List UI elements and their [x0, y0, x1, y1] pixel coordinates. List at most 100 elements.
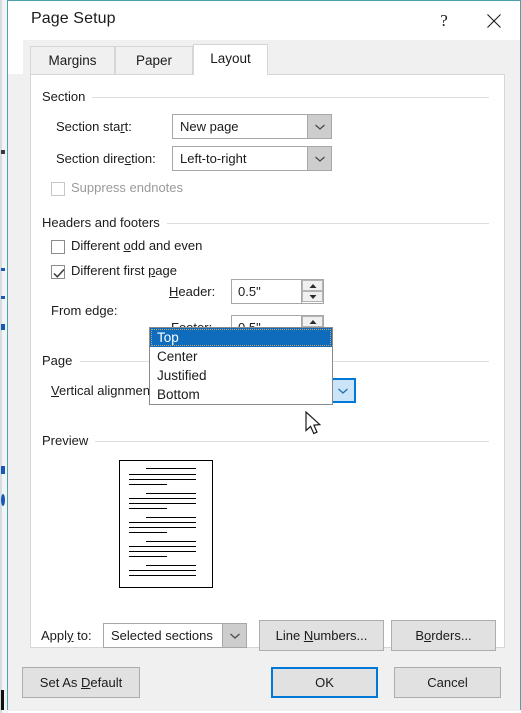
background-artifact [1, 494, 5, 506]
header-label: Header: [169, 284, 215, 299]
background-artifact [1, 324, 5, 330]
section-group-separator [89, 97, 489, 98]
different-odd-even-checkbox[interactable] [51, 240, 65, 254]
apply-to-label-text: Appl [41, 628, 68, 643]
tab-margins[interactable]: Margins [30, 46, 115, 74]
set-as-default-button[interactable]: Set As Default [22, 667, 140, 698]
vertical-alignment-accel: V [51, 383, 59, 398]
set-as-default-label-suffix: efault [90, 675, 123, 690]
header-accel: H [169, 284, 179, 299]
dialog-title: Page Setup [31, 10, 116, 27]
apply-to-label: Apply to: [41, 628, 92, 643]
vertical-alignment-dropdown-button[interactable] [331, 379, 355, 402]
dropdown-option-justified[interactable]: Justified [150, 366, 332, 385]
vertical-alignment-dropdown-list[interactable]: Top Center Justified Bottom [149, 327, 333, 405]
page-preview [119, 460, 213, 588]
dropdown-option-center[interactable]: Center [150, 347, 332, 366]
close-button[interactable] [467, 1, 520, 40]
from-edge-label: From edge: [51, 303, 118, 318]
title-bar: Page Setup ? [8, 1, 520, 40]
vertical-alignment-label: Vertical alignment: [51, 383, 157, 398]
chevron-down-icon [338, 388, 348, 394]
tab-paper-label: Paper [135, 53, 173, 68]
borders-button[interactable]: Borders... [391, 620, 496, 651]
different-odd-even-label: Different odd and even [71, 238, 202, 253]
section-group-label: Section [42, 89, 93, 104]
checkmark-icon [53, 268, 65, 278]
page-group-label: Page [42, 353, 80, 368]
header-distance-field[interactable]: 0.5" [231, 279, 324, 304]
borders-label-suffix: rders... [431, 628, 472, 643]
apply-to-label-suffix: to: [73, 628, 92, 643]
ok-button[interactable]: OK [271, 667, 378, 698]
header-spinner-down[interactable] [302, 291, 323, 302]
triangle-up-icon [309, 319, 316, 324]
section-direction-label-suffix: tion: [131, 151, 156, 166]
background-artifact [1, 150, 5, 154]
dropdown-option-top[interactable]: Top [150, 328, 332, 347]
different-first-page-label-text: Different first [71, 263, 149, 278]
chevron-down-icon [229, 633, 240, 639]
background-artifact [1, 690, 4, 710]
chevron-down-icon [314, 156, 325, 162]
close-icon [486, 13, 501, 28]
set-as-default-accel: D [81, 675, 91, 690]
section-start-label-suffix: t: [124, 119, 132, 134]
section-start-value: New page [180, 119, 239, 134]
set-as-default-label-text: Set As [39, 675, 81, 690]
different-odd-even-label-suffix: dd and even [130, 238, 203, 253]
tab-margins-label: Margins [48, 53, 97, 68]
ok-button-label: OK [315, 675, 334, 690]
different-first-page-label-suffix: age [155, 263, 177, 278]
suppress-endnotes-label: Suppress endnotes [71, 180, 184, 195]
section-direction-label: Section direction: [56, 151, 156, 166]
headers-footers-group-separator [161, 223, 489, 224]
header-distance-value: 0.5" [238, 284, 261, 299]
different-first-page-checkbox[interactable] [51, 265, 65, 279]
preview-group-separator [93, 441, 489, 442]
different-first-page-label: Different first page [71, 263, 177, 278]
line-numbers-accel: N [303, 628, 314, 643]
footer-spinner-up[interactable] [302, 316, 323, 327]
header-spinner-up[interactable] [302, 280, 323, 291]
apply-to-value: Selected sections [111, 628, 213, 643]
section-direction-combo[interactable]: Left-to-right [172, 146, 332, 171]
dialog-action-bar: Set As Default OK Cancel [8, 649, 520, 711]
cancel-button-label: Cancel [427, 675, 468, 690]
line-numbers-button[interactable]: Line Numbers... [259, 620, 384, 651]
apply-to-dropdown-button[interactable] [222, 624, 246, 647]
borders-label-text: B [415, 628, 424, 643]
apply-to-combo[interactable]: Selected sections [103, 623, 247, 648]
section-start-dropdown-button[interactable] [307, 115, 331, 138]
different-odd-even-label-text: Different [71, 238, 124, 253]
section-start-label: Section start: [56, 119, 132, 134]
line-numbers-label-suffix: umbers... [313, 628, 368, 643]
line-numbers-label-text: Line [275, 628, 304, 643]
different-odd-even-accel: o [123, 238, 131, 253]
background-artifact [1, 466, 5, 474]
cancel-button[interactable]: Cancel [394, 667, 501, 698]
background-artifact [1, 296, 5, 299]
header-spinner[interactable] [301, 280, 323, 303]
help-button[interactable]: ? [421, 1, 467, 40]
preview-group-label: Preview [42, 433, 96, 448]
section-direction-value: Left-to-right [180, 151, 247, 166]
tab-layout[interactable]: Layout [193, 44, 268, 75]
question-mark-icon: ? [440, 11, 448, 30]
suppress-endnotes-checkbox[interactable] [51, 182, 65, 196]
chevron-down-icon [314, 124, 325, 130]
background-artifact [1, 268, 5, 271]
section-direction-label-text: Section dire [56, 151, 125, 166]
section-start-combo[interactable]: New page [172, 114, 332, 139]
tab-paper[interactable]: Paper [115, 46, 193, 74]
page-setup-dialog: Page Setup ? Margins Paper Layout Sectio… [7, 0, 521, 711]
background-window-border [0, 0, 2, 713]
section-direction-dropdown-button[interactable] [307, 147, 331, 170]
triangle-down-icon [309, 294, 316, 299]
header-label-suffix: eader: [178, 284, 216, 299]
section-start-label-text: Section sta [56, 119, 121, 134]
triangle-up-icon [309, 283, 316, 288]
headers-footers-group-label: Headers and footers [42, 215, 167, 230]
dropdown-option-bottom[interactable]: Bottom [150, 385, 332, 404]
vertical-alignment-label-suffix: ertical alignment: [58, 383, 158, 398]
